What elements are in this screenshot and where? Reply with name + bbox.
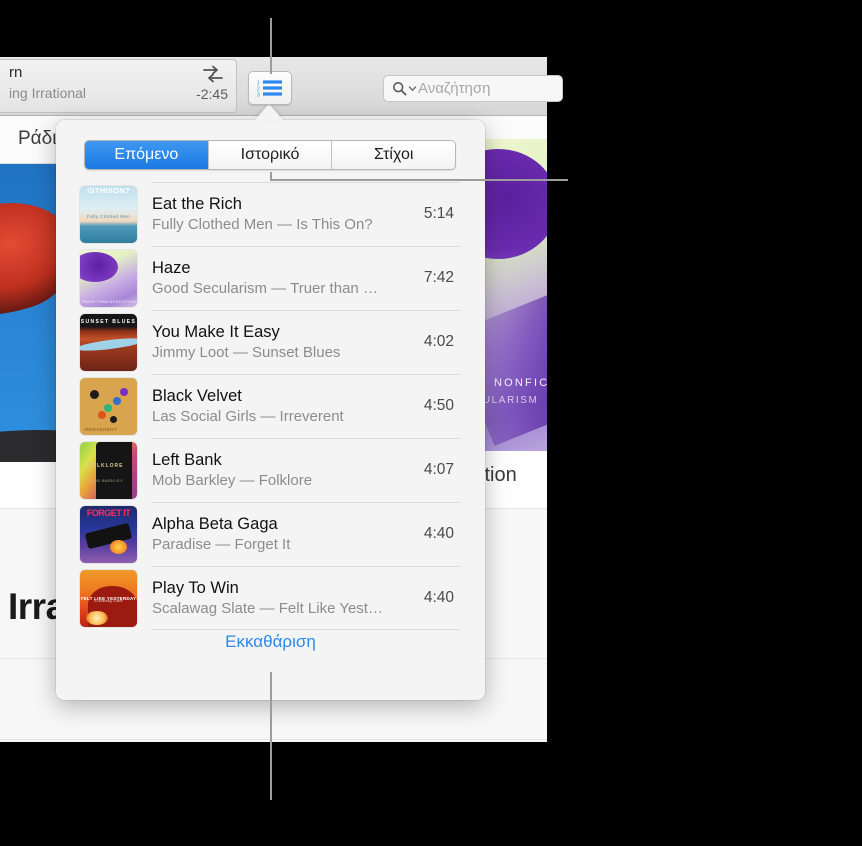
- track-meta: You Make It Easy Jimmy Loot — Sunset Blu…: [137, 322, 424, 363]
- nonfiction-blob-shape: [484, 149, 547, 259]
- up-next-button[interactable]: 1 2 3: [248, 71, 292, 105]
- album-art: FELT LIKE YESTERDAY Scalawag Slate: [80, 569, 137, 627]
- album-art-subtitle: Fully Clothed Men: [86, 213, 131, 219]
- art-dot: [104, 403, 112, 412]
- album-art: SUNSET BLUES: [80, 313, 137, 371]
- track-subtitle: Las Social Girls — Irreverent: [152, 407, 344, 425]
- row-separator: [152, 310, 460, 311]
- table-row[interactable]: FORGET IT Alpha Beta Gaga Paradise — For…: [80, 502, 460, 566]
- table-row[interactable]: SUNSET BLUES You Make It Easy Jimmy Loot…: [80, 310, 460, 374]
- track-duration: 7:42: [423, 269, 454, 286]
- nonfiction-band-shape: [484, 252, 547, 446]
- nonfiction-art-line2: CULARISM: [484, 395, 539, 406]
- album-art-title: ISTHISON?: [87, 185, 130, 195]
- popover-segmented-control[interactable]: Επόμενο Ιστορικό Στίχοι: [84, 140, 456, 170]
- track-meta: Left Bank Mob Barkley — Folklore: [137, 450, 424, 491]
- now-playing-title: rn: [9, 64, 23, 81]
- album-art: FOLKLORE MOB BARKLEY: [80, 441, 137, 499]
- now-playing-subtitle: ing Irrational: [9, 85, 87, 101]
- track-subtitle: Good Secularism — Truer than N…: [152, 279, 387, 297]
- popover-arrow: [254, 104, 284, 121]
- art-sun: [86, 610, 108, 625]
- search-input[interactable]: Αναζήτηση: [383, 75, 563, 102]
- track-duration: 4:40: [423, 589, 454, 606]
- album-art: ISTHISON? Fully Clothed Men: [80, 185, 137, 243]
- row-separator: [152, 246, 460, 247]
- art-dot: [90, 389, 99, 399]
- album-art-subtitle: IRREVERENT: [84, 426, 118, 432]
- art-dot: [113, 396, 121, 405]
- table-row[interactable]: FELT LIKE YESTERDAY Scalawag Slate Play …: [80, 566, 460, 630]
- track-title: Play To Win: [152, 578, 239, 597]
- up-next-list-icon: 1 2 3: [257, 80, 282, 97]
- track-duration: 4:07: [423, 461, 454, 478]
- content-divider-3: [0, 739, 547, 740]
- remaining-time: -2:45: [196, 86, 228, 102]
- row-separator: [152, 502, 460, 503]
- chevron-down-icon[interactable]: [408, 84, 417, 93]
- track-meta: Haze Good Secularism — Truer than N…: [137, 258, 424, 299]
- callout-line-up-next-button: [270, 18, 272, 74]
- track-subtitle: Fully Clothed Men — Is This On?: [152, 215, 373, 233]
- tab-lyrics[interactable]: Στίχοι: [332, 141, 455, 169]
- track-duration: 4:50: [423, 397, 454, 414]
- up-next-track-list: ISTHISON? Fully Clothed Men Eat the Rich…: [80, 182, 460, 630]
- track-meta: Play To Win Scalawag Slate — Felt Like Y…: [137, 578, 424, 619]
- album-art-blob: [80, 251, 118, 282]
- album-art: FORGET IT: [80, 505, 137, 563]
- album-art-title: SUNSET BLUES: [80, 318, 137, 325]
- screenshot-stage: rn ing Irrational -2:45 Ράδιο Store: [0, 0, 862, 846]
- track-title: Eat the Rich: [152, 194, 242, 213]
- album-art-title: FORGET IT: [86, 507, 131, 518]
- track-subtitle: Scalawag Slate — Felt Like Yeste…: [152, 599, 387, 617]
- art-dot: [120, 387, 128, 396]
- row-separator-last: [152, 629, 460, 630]
- album-art-stripe: [80, 335, 137, 353]
- table-row[interactable]: IRREVERENT Black Velvet Las Social Girls…: [80, 374, 460, 438]
- now-playing-display[interactable]: rn ing Irrational -2:45: [0, 59, 237, 113]
- track-meta: Alpha Beta Gaga Paradise — Forget It: [137, 514, 424, 555]
- album-art-subtitle: Scalawag Slate: [94, 598, 123, 603]
- album-art-subtitle: MOB BARKLEY: [90, 477, 124, 483]
- track-duration: 4:02: [423, 333, 454, 350]
- art-sun: [110, 539, 127, 554]
- track-title: You Make It Easy: [152, 322, 280, 341]
- up-next-popover: Επόμενο Ιστορικό Στίχοι ISTHISON? Fully …: [56, 120, 485, 700]
- table-row[interactable]: ISTHISON? Fully Clothed Men Eat the Rich…: [80, 182, 460, 246]
- nonfiction-art-line1: NONFICT: [494, 377, 547, 389]
- table-row[interactable]: FOLKLORE MOB BARKLEY Left Bank Mob Barkl…: [80, 438, 460, 502]
- row-separator: [152, 374, 460, 375]
- album-art-subtitle: TRUER THAN NONFICTION: [81, 299, 136, 304]
- track-title: Haze: [152, 258, 191, 277]
- album-art: TRUER THAN NONFICTION: [80, 249, 137, 307]
- search-icon: [392, 81, 407, 96]
- callout-line-clear-button: [270, 672, 272, 800]
- svg-text:3: 3: [257, 92, 260, 97]
- track-title: Black Velvet: [152, 386, 242, 405]
- art-dot: [110, 415, 117, 423]
- track-subtitle: Paradise — Forget It: [152, 535, 291, 553]
- track-subtitle: Jimmy Loot — Sunset Blues: [152, 343, 341, 361]
- track-duration: 5:14: [423, 205, 454, 222]
- table-row[interactable]: TRUER THAN NONFICTION Haze Good Seculari…: [80, 246, 460, 310]
- art-dot: [98, 410, 106, 419]
- track-subtitle: Mob Barkley — Folklore: [152, 471, 313, 489]
- row-separator: [152, 566, 460, 567]
- album-art-title: FOLKLORE: [88, 462, 124, 469]
- search-placeholder: Αναζήτηση: [418, 80, 491, 97]
- track-duration: 4:40: [423, 525, 454, 542]
- album-art: IRREVERENT: [80, 377, 137, 435]
- row-separator: [152, 182, 460, 183]
- callout-line-tabs-horizontal: [270, 179, 568, 181]
- tab-history[interactable]: Ιστορικό: [208, 141, 333, 169]
- clear-up-next-button[interactable]: Εκκαθάριση: [56, 632, 485, 652]
- background-album-art-nonfiction[interactable]: NONFICT CULARISM: [484, 139, 547, 451]
- row-separator: [152, 438, 460, 439]
- track-title: Left Bank: [152, 450, 222, 469]
- repeat-icon[interactable]: [200, 64, 226, 84]
- track-title: Alpha Beta Gaga: [152, 514, 278, 533]
- track-meta: Eat the Rich Fully Clothed Men — Is This…: [137, 194, 424, 235]
- tab-up-next[interactable]: Επόμενο: [85, 141, 209, 169]
- track-meta: Black Velvet Las Social Girls — Irrevere…: [137, 386, 424, 427]
